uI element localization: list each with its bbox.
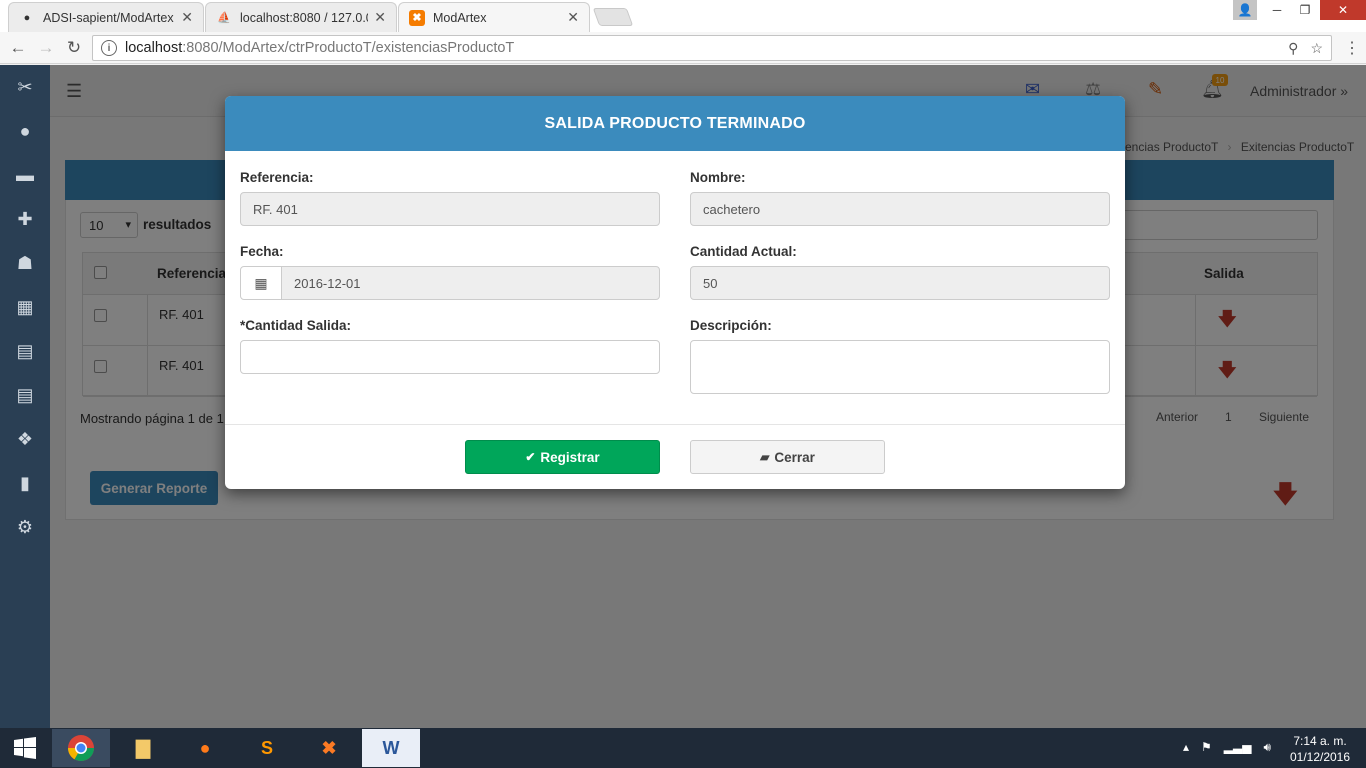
url-host: localhost — [125, 40, 183, 56]
system-tray: ▴ ⚑ ▂▃▅ 🔊︎ — [1183, 740, 1271, 755]
network-icon[interactable]: ▂▃▅ — [1224, 740, 1252, 755]
tab-title: ModArtex — [433, 10, 487, 25]
signal-icon[interactable]: ▮ — [0, 461, 50, 505]
minimize-icon[interactable]: ─ — [1264, 0, 1290, 20]
new-tab-button[interactable] — [592, 8, 634, 26]
fecha-label: Fecha: — [240, 244, 284, 259]
file-explorer-icon[interactable]: ▇ — [114, 729, 172, 767]
calendar-icon[interactable]: ▤ — [0, 329, 50, 373]
user-icon[interactable]: ● — [0, 109, 50, 153]
sublime-text-icon[interactable]: S — [238, 729, 296, 767]
close-icon[interactable]: ✕ — [181, 9, 193, 26]
xampp-taskbar-icon[interactable]: ✖ — [300, 729, 358, 767]
url-path: :8080/ModArtex/ctrProductoT/existenciasP… — [182, 40, 515, 56]
tab-title: ADSI-sapient/ModArtex — [43, 10, 174, 25]
app-sidebar: ✂ ● ▬ ✚ ☗ ▦ ▤ ▤ ❖ ▮ ⚙ — [0, 65, 50, 728]
close-button[interactable]: ▰ Cerrar — [690, 440, 885, 474]
clock-date: 01/12/2016 — [1289, 750, 1351, 764]
referencia-label: Referencia: — [240, 170, 314, 185]
windows-start-icon[interactable] — [0, 728, 50, 768]
cantidad-actual-label: Cantidad Actual: — [690, 244, 797, 259]
calendar-alt-icon[interactable]: ▤ — [0, 373, 50, 417]
register-button-label: Registrar — [540, 449, 600, 465]
user-icon[interactable]: 👤 — [1233, 0, 1257, 20]
back-icon[interactable]: ← — [6, 36, 30, 60]
eraser-icon: ▰ — [760, 450, 770, 464]
bookmark-star-icon[interactable]: ☆ — [1310, 40, 1323, 57]
firefox-icon[interactable]: ● — [176, 729, 234, 767]
reload-icon[interactable]: ↻ — [62, 36, 86, 60]
calculator-icon[interactable]: ▦ — [0, 285, 50, 329]
chrome-taskbar-icon[interactable] — [52, 729, 110, 767]
puzzle-icon[interactable]: ✚ — [0, 197, 50, 241]
referencia-field[interactable]: RF. 401 — [240, 192, 660, 226]
tab-modartex[interactable]: ✖ ModArtex ✕ — [398, 2, 590, 32]
cantidad-actual-field[interactable]: 50 — [690, 266, 1110, 300]
exit-product-modal: SALIDA PRODUCTO TERMINADO Referencia: RF… — [225, 96, 1125, 489]
cogs-icon[interactable]: ⚙ — [0, 505, 50, 549]
nombre-label: Nombre: — [690, 170, 746, 185]
browser-tabstrip: ● ADSI-sapient/ModArtex ✕ ⛵ localhost:80… — [0, 0, 1366, 32]
chrome-menu-icon[interactable]: ⋮ — [1344, 38, 1360, 58]
modal-title: SALIDA PRODUCTO TERMINADO — [225, 96, 1125, 151]
close-button-label: Cerrar — [774, 449, 815, 465]
browser-toolbar: ← → ↻ i localhost:8080/ModArtex/ctrProdu… — [0, 32, 1366, 64]
modal-footer-divider — [225, 424, 1125, 425]
cantidad-salida-label: *Cantidad Salida: — [240, 318, 352, 333]
tab-github[interactable]: ● ADSI-sapient/ModArtex ✕ — [8, 2, 204, 32]
cantidad-salida-field[interactable] — [240, 340, 660, 374]
clock-time: 7:14 a. m. — [1293, 734, 1347, 748]
tab-title: localhost:8080 / 127.0.0.1 — [240, 10, 368, 25]
xampp-icon: ✖ — [409, 9, 425, 26]
tab-phpmyadmin[interactable]: ⛵ localhost:8080 / 127.0.0.1 ✕ — [205, 2, 397, 32]
users-icon[interactable]: ☗ — [0, 241, 50, 285]
taskbar-clock[interactable]: 7:14 a. m. 01/12/2016 — [1285, 733, 1355, 765]
fecha-field[interactable]: 2016-12-01 — [281, 266, 660, 300]
restore-icon[interactable]: ❐ — [1292, 0, 1318, 20]
nombre-field[interactable]: cachetero — [690, 192, 1110, 226]
chevron-up-icon[interactable]: ▴ — [1183, 740, 1189, 755]
flag-icon[interactable]: ⚑ — [1201, 740, 1212, 755]
close-icon[interactable]: ✕ — [374, 9, 386, 26]
info-icon[interactable]: i — [101, 40, 117, 56]
address-bar[interactable]: i localhost:8080/ModArtex/ctrProductoT/e… — [92, 35, 1332, 61]
key-icon[interactable]: ⚲ — [1288, 40, 1298, 57]
close-icon[interactable]: ✕ — [567, 9, 579, 26]
window-close-icon[interactable]: ✕ — [1320, 0, 1366, 20]
windows-taskbar: ▇ ● S ✖ W ▴ ⚑ ▂▃▅ 🔊︎ 7:14 a. m. 01/12/20… — [0, 728, 1366, 768]
forward-icon[interactable]: → — [34, 36, 58, 60]
volume-icon[interactable]: 🔊︎ — [1263, 740, 1271, 755]
descripcion-textarea[interactable] — [690, 340, 1110, 394]
register-button[interactable]: ✔ Registrar — [465, 440, 660, 474]
check-circle-icon: ✔ — [525, 450, 536, 464]
github-icon: ● — [23, 11, 31, 24]
word-icon[interactable]: W — [362, 729, 420, 767]
descripcion-label: Descripción: — [690, 318, 772, 333]
dropbox-icon[interactable]: ❖ — [0, 417, 50, 461]
truck-icon[interactable]: ▬ — [0, 153, 50, 197]
scissors-icon[interactable]: ✂ — [0, 65, 50, 109]
phpmyadmin-icon: ⛵ — [217, 12, 231, 24]
calendar-icon[interactable]: ▦ — [240, 266, 282, 300]
